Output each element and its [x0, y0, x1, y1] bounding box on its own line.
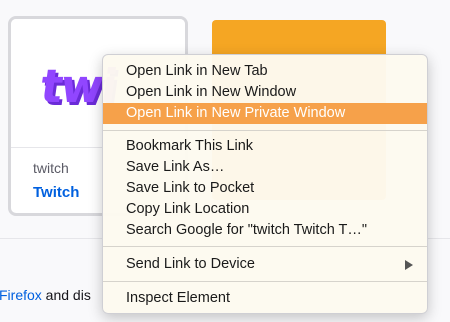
footer-text-rest: and dis [41, 287, 91, 303]
menu-item-save-link-as[interactable]: Save Link As… [103, 157, 427, 178]
context-menu: Open Link in New Tab Open Link in New Wi… [102, 54, 428, 314]
menu-item-copy-link-location[interactable]: Copy Link Location [103, 199, 427, 220]
menu-item-send-to-device[interactable]: Send Link to Device [103, 254, 427, 275]
chevron-right-icon [405, 260, 413, 270]
menu-separator [103, 246, 427, 247]
menu-separator [103, 281, 427, 282]
menu-item-open-private-window[interactable]: Open Link in New Private Window [103, 103, 427, 124]
menu-item-open-new-tab[interactable]: Open Link in New Tab [103, 61, 427, 82]
tile-title-link[interactable]: Twitch [33, 184, 79, 201]
menu-item-label: Send Link to Device [126, 256, 255, 272]
menu-item-bookmark-link[interactable]: Bookmark This Link [103, 136, 427, 157]
menu-item-inspect-element[interactable]: Inspect Element [103, 288, 427, 309]
menu-item-search-google[interactable]: Search Google for "twitch Twitch T…" [103, 220, 427, 241]
footer-text: Firefox and dis [0, 287, 91, 303]
menu-item-open-new-window[interactable]: Open Link in New Window [103, 82, 427, 103]
menu-item-save-to-pocket[interactable]: Save Link to Pocket [103, 178, 427, 199]
menu-separator [103, 130, 427, 131]
firefox-link[interactable]: Firefox [0, 287, 42, 303]
tile-hostname: twitch [33, 160, 69, 176]
